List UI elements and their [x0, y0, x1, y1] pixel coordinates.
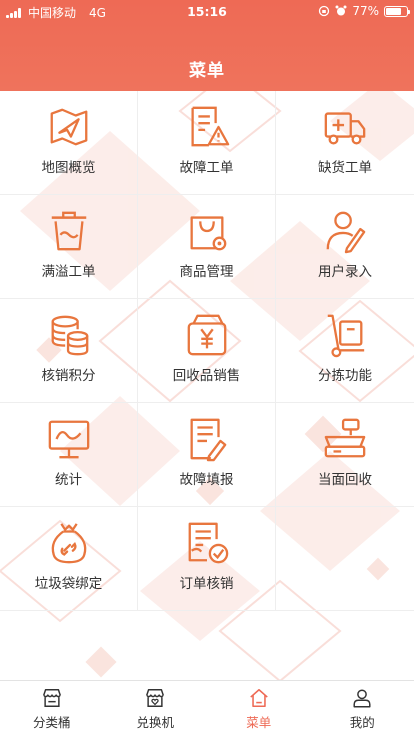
alarm-icon: [335, 5, 347, 16]
menu-item[interactable]: 地图概览: [0, 91, 138, 195]
hand-truck-icon: [327, 314, 365, 358]
user-entry-icon: [326, 211, 366, 254]
menu-item[interactable]: 统计: [0, 403, 138, 507]
menu-item[interactable]: 故障填报: [138, 403, 276, 507]
bottom-tab-bar: 分类桶 兑换机 菜单 我的: [0, 680, 414, 736]
monitor-chart-icon: [48, 420, 89, 459]
order-check-icon: [188, 522, 228, 564]
tab-label: 菜单: [246, 715, 272, 730]
menu-item-label: 核销积分: [41, 368, 96, 384]
menu-item-label: 地图概览: [41, 160, 96, 176]
person-icon: [353, 689, 371, 708]
menu-item-label: 商品管理: [179, 264, 234, 280]
menu-item-label: 故障填报: [179, 472, 234, 488]
menu-item[interactable]: 缺货工单: [276, 91, 414, 195]
menu-item-label: 满溢工单: [41, 264, 96, 280]
menu-item[interactable]: 故障工单: [138, 91, 276, 195]
tab-label: 分类桶: [32, 715, 71, 730]
scale-icon: [324, 418, 366, 458]
menu-content: 地图概览 故障工单 缺货工单满溢工单 商品管理 用户录入核销积分 回收品销售 分拣功能统计 故…: [0, 91, 414, 680]
tab-store[interactable]: 分类桶: [0, 681, 104, 736]
menu-item-label: 故障工单: [179, 160, 234, 176]
menu-item[interactable]: 订单核销: [138, 507, 276, 611]
app-header: 中国移动 4G 15:16 77% 菜单: [0, 0, 414, 91]
menu-item-label: 订单核销: [179, 576, 234, 592]
menu-grid: 地图概览 故障工单 缺货工单满溢工单 商品管理 用户录入核销积分 回收品销售 分拣功能统计 故…: [0, 91, 414, 611]
tab-home[interactable]: 菜单: [207, 681, 311, 736]
product-bag-icon: [190, 216, 226, 251]
coins-icon: [51, 315, 88, 356]
menu-item-label: 回收品销售: [172, 368, 241, 384]
menu-item[interactable]: 回收品销售: [138, 299, 276, 403]
menu-item[interactable]: 用户录入: [276, 195, 414, 299]
menu-item-label: 用户录入: [318, 264, 372, 280]
store-icon: [42, 689, 61, 707]
battery-icon: [384, 5, 410, 17]
map-icon: [50, 108, 87, 146]
menu-item-label: 统计: [55, 472, 82, 488]
wallet-yen-icon: [187, 314, 226, 356]
tab-machine[interactable]: 兑换机: [104, 681, 208, 736]
menu-item[interactable]: 商品管理: [138, 195, 276, 299]
menu-item[interactable]: 核销积分: [0, 299, 138, 403]
menu-item-label: 垃圾袋绑定: [34, 576, 103, 592]
menu-item[interactable]: 分拣功能: [276, 299, 414, 403]
page-title: 菜单: [189, 61, 225, 81]
menu-item-label: 缺货工单: [318, 160, 372, 176]
machine-icon: [146, 689, 165, 707]
fault-order-icon: [190, 106, 229, 147]
menu-item[interactable]: 当面回收: [276, 403, 414, 507]
menu-item-label: 分拣功能: [318, 368, 372, 384]
shortage-truck-icon: [324, 112, 366, 145]
menu-empty-cell: [276, 507, 414, 611]
menu-item-label: 当面回收: [318, 472, 372, 488]
status-bar: 中国移动 4G 15:16 77%: [0, 0, 414, 22]
tab-label: 我的: [349, 715, 375, 730]
orientation-lock-icon: [319, 5, 330, 17]
menu-item[interactable]: 垃圾袋绑定: [0, 507, 138, 611]
overflow-bin-icon: [51, 211, 86, 251]
tab-label: 兑换机: [136, 715, 174, 730]
link-bag-icon: [51, 523, 86, 564]
report-form-icon: [190, 418, 226, 462]
tab-person[interactable]: 我的: [311, 681, 414, 736]
menu-item[interactable]: 满溢工单: [0, 195, 138, 299]
home-icon: [249, 688, 268, 708]
battery-percent: 77%: [352, 4, 379, 18]
